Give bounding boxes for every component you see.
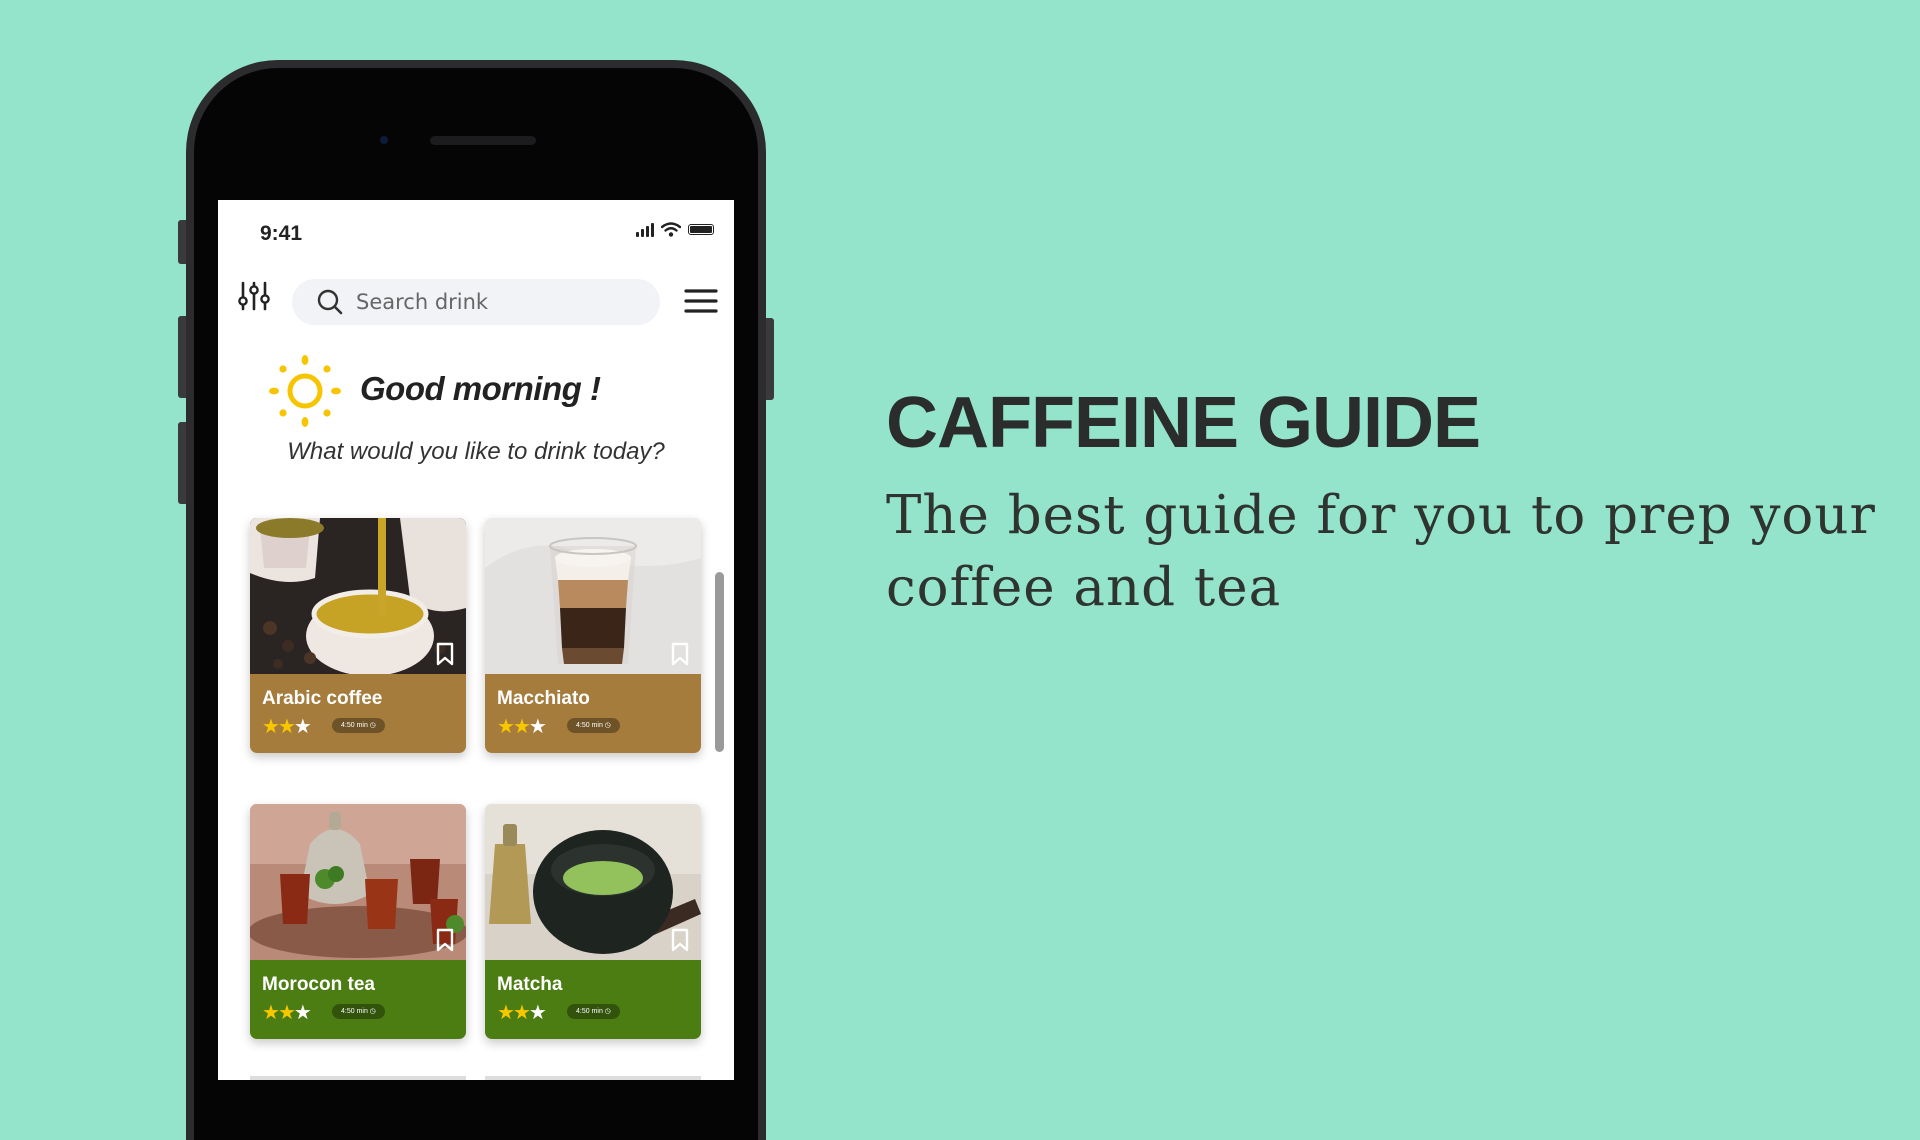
scrollbar[interactable] xyxy=(715,572,724,752)
hero-title: CAFFEINE GUIDE xyxy=(886,383,1481,463)
app-screen: 9:41 Search drink Good morning ! What wo… xyxy=(218,200,734,1080)
search-input[interactable] xyxy=(354,289,638,315)
search-bar[interactable] xyxy=(292,279,660,325)
bookmark-icon[interactable] xyxy=(671,642,689,666)
mute-switch xyxy=(178,220,186,264)
cellular-signal-icon xyxy=(636,222,654,237)
star-icon: ★ xyxy=(293,1002,312,1024)
filter-sliders-icon[interactable] xyxy=(238,280,270,312)
star-icon: ★ xyxy=(512,716,531,738)
star-icon: ★ xyxy=(262,1002,280,1024)
rating-stars: ★★★ xyxy=(262,1000,312,1025)
morocon-tea-photo xyxy=(250,804,466,960)
hero-subtitle: The best guide for you to prep your coff… xyxy=(886,485,1876,618)
rating-stars: ★★★ xyxy=(262,714,312,739)
prep-time-badge: 4:50 min ◷ xyxy=(567,718,620,733)
drink-name: Arabic coffee xyxy=(262,688,383,709)
prep-time-text: 4:50 min xyxy=(576,1008,603,1015)
prep-time-text: 4:50 min xyxy=(341,722,368,729)
prep-time-badge: 4:50 min ◷ xyxy=(567,1004,620,1019)
prep-time-text: 4:50 min xyxy=(576,722,603,729)
rating-stars: ★★★ xyxy=(497,714,547,739)
star-icon: ★ xyxy=(293,716,312,738)
bookmark-icon[interactable] xyxy=(436,642,454,666)
drink-card-morocon-tea[interactable]: Morocon tea ★★★ 4:50 min ◷ xyxy=(250,804,466,1039)
prep-time-badge: 4:50 min ◷ xyxy=(332,1004,385,1019)
bookmark-icon[interactable] xyxy=(436,928,454,952)
sun-icon xyxy=(269,355,341,427)
matcha-photo xyxy=(485,804,701,960)
star-icon: ★ xyxy=(262,716,280,738)
bookmark-icon[interactable] xyxy=(671,928,689,952)
star-icon: ★ xyxy=(528,1002,547,1024)
search-icon xyxy=(317,289,343,315)
greeting-title: Good morning ! xyxy=(360,370,601,407)
rating-stars: ★★★ xyxy=(497,1000,547,1025)
star-icon: ★ xyxy=(277,1002,296,1024)
status-icons xyxy=(636,222,714,237)
card-info: Morocon tea ★★★ 4:50 min ◷ xyxy=(250,960,466,1039)
next-card-edge xyxy=(250,1076,466,1080)
prep-time-badge: 4:50 min ◷ xyxy=(332,718,385,733)
hamburger-menu-icon[interactable] xyxy=(684,288,718,314)
drink-name: Morocon tea xyxy=(262,974,375,995)
drink-card-macchiato[interactable]: Macchiato ★★★ 4:50 min ◷ xyxy=(485,518,701,753)
star-icon: ★ xyxy=(497,716,515,738)
volume-up-button xyxy=(178,316,186,398)
earpiece-speaker xyxy=(430,136,536,145)
macchiato-photo xyxy=(485,518,701,674)
wifi-icon xyxy=(661,222,681,237)
card-info: Macchiato ★★★ 4:50 min ◷ xyxy=(485,674,701,753)
card-info: Arabic coffee ★★★ 4:50 min ◷ xyxy=(250,674,466,753)
next-card-edge xyxy=(485,1076,701,1080)
greeting-subtitle: What would you like to drink today? xyxy=(287,438,665,465)
volume-down-button xyxy=(178,422,186,504)
status-time: 9:41 xyxy=(260,222,303,245)
arabic-coffee-photo xyxy=(250,518,466,674)
star-icon: ★ xyxy=(277,716,296,738)
star-icon: ★ xyxy=(528,716,547,738)
star-icon: ★ xyxy=(497,1002,515,1024)
prep-time-text: 4:50 min xyxy=(341,1008,368,1015)
drink-card-arabic-coffee[interactable]: Arabic coffee ★★★ 4:50 min ◷ xyxy=(250,518,466,753)
drink-name: Matcha xyxy=(497,974,563,995)
drink-card-matcha[interactable]: Matcha ★★★ 4:50 min ◷ xyxy=(485,804,701,1039)
front-camera xyxy=(380,136,388,144)
drink-name: Macchiato xyxy=(497,688,590,709)
card-info: Matcha ★★★ 4:50 min ◷ xyxy=(485,960,701,1039)
power-button xyxy=(766,318,774,400)
battery-icon xyxy=(688,224,714,235)
star-icon: ★ xyxy=(512,1002,531,1024)
